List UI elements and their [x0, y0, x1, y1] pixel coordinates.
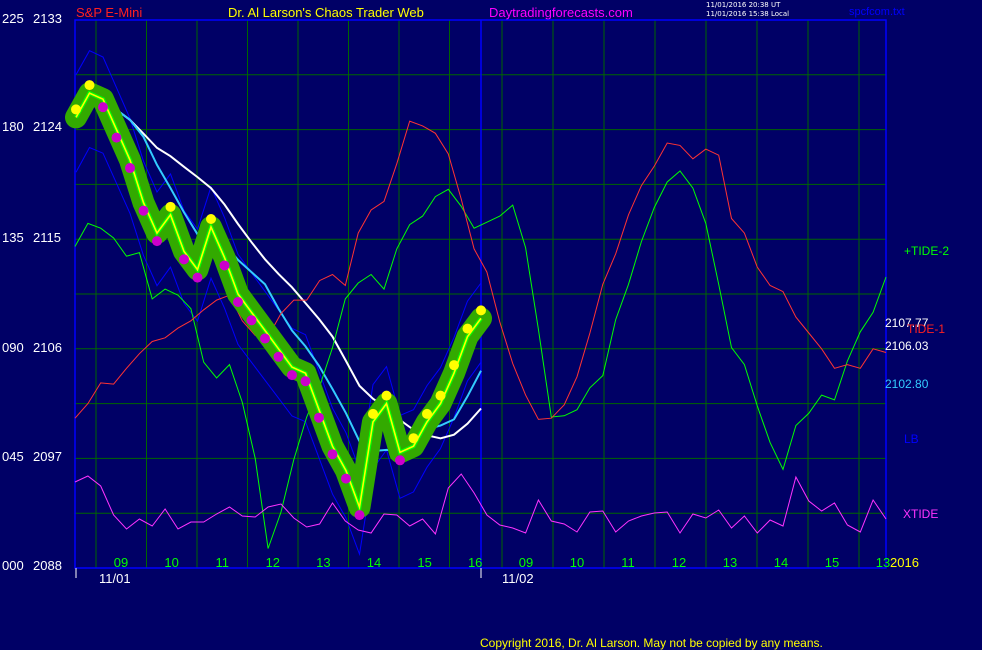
price-dot: [273, 351, 284, 362]
x-tick-label: 15: [825, 555, 839, 570]
price-dot: [165, 201, 176, 212]
price-dot: [260, 333, 270, 344]
x-tick-label: 12: [672, 555, 686, 570]
x-tick-label: 16: [468, 555, 482, 570]
xtide-label: XTIDE: [903, 507, 939, 521]
price-dot: [435, 390, 446, 401]
price-dot: [408, 433, 419, 444]
price-dot: [300, 376, 311, 387]
price-dot: [368, 408, 378, 419]
price-dot: [341, 473, 351, 484]
year-label: 2016: [890, 555, 919, 570]
price-dot: [314, 412, 324, 423]
tide1-label: TIDE-1: [907, 322, 946, 336]
x-tick-label: 12: [266, 555, 280, 570]
x-tick-label: 14: [774, 555, 788, 570]
price-dot: [206, 214, 216, 225]
price-dot: [395, 455, 405, 466]
upper-band: [75, 50, 482, 472]
chart-window: S&P E-Mini Dr. Al Larson's Chaos Trader …: [0, 0, 982, 650]
x-tick-label: 13: [723, 555, 737, 570]
x-tick-label: 09: [114, 555, 128, 570]
x-tick-label: 10: [164, 555, 178, 570]
x-tick-label: 13: [876, 555, 890, 570]
x-tick-label: 09: [519, 555, 533, 570]
price-dot: [462, 323, 473, 334]
price-dot: [476, 305, 486, 316]
date-label-11-02: 11/02: [502, 571, 534, 586]
price-bands: [75, 50, 482, 557]
lb-label: LB: [904, 432, 919, 446]
x-tick-label: 14: [367, 555, 381, 570]
x-tick-label: 13: [316, 555, 330, 570]
price-dot: [233, 297, 243, 307]
price-dot: [422, 408, 432, 419]
chart-svg: 09 10 11 12 13 14 15 16 09 10 11 12 13 14 15 13: [65, 19, 890, 578]
x-tick-label: 10: [570, 555, 584, 570]
copyright: Copyright 2016, Dr. Al Larson. May not b…: [480, 636, 823, 650]
price-dot: [111, 132, 122, 143]
price-dot: [71, 104, 81, 115]
x-tick-label: 11: [621, 555, 635, 570]
price-dot: [84, 80, 95, 91]
price-dot: [381, 390, 392, 401]
price-dot: [125, 163, 135, 174]
price-dot: [246, 315, 257, 326]
price-dot: [327, 449, 338, 460]
price-dot: [354, 510, 365, 521]
price-dot: [179, 254, 189, 265]
ma1-label: 2106.03: [885, 339, 929, 353]
price-glow: [65, 82, 492, 519]
price-dot: [98, 102, 108, 113]
tide2-label: +TIDE-2: [904, 244, 950, 258]
x-tick-label: 15: [417, 555, 431, 570]
price-dot: [449, 360, 459, 371]
ma2-label: 2102.80: [885, 377, 929, 391]
x-tick-label: 11: [215, 555, 229, 570]
price-dot: [138, 205, 149, 216]
price-dot: [192, 272, 203, 283]
date-label-11-01: 11/01: [99, 571, 131, 586]
price-dot: [219, 260, 230, 271]
price-dot: [287, 370, 297, 381]
price-dot: [152, 236, 162, 247]
price-group: [65, 80, 492, 521]
